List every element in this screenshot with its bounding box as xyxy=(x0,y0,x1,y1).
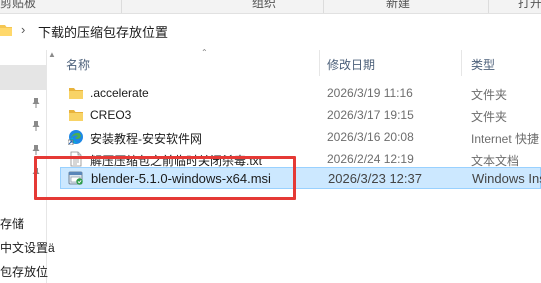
file-explorer-window: 剪贴板 组织 新建 打开 › 下载的压缩包存放位置 存储 中文设置ä 包存放位 … xyxy=(0,0,541,283)
pin-icon xyxy=(32,98,40,108)
file-row[interactable]: .accelerate 2026/3/19 11:16 文件夹 xyxy=(60,82,541,104)
file-date: 2026/3/17 19:15 xyxy=(327,108,414,122)
nav-item-label[interactable]: 存储 xyxy=(0,215,24,232)
column-header-date[interactable]: 修改日期 xyxy=(327,56,375,73)
pin-icon xyxy=(32,121,40,131)
ribbon-divider xyxy=(488,0,489,13)
file-date: 2026/3/19 11:16 xyxy=(327,86,413,100)
ribbon: 剪贴板 组织 新建 打开 xyxy=(0,0,541,14)
nav-item-label[interactable]: 中文设置ä xyxy=(0,239,55,256)
folder-icon xyxy=(69,110,83,121)
column-divider[interactable] xyxy=(319,50,320,76)
ribbon-group-organize[interactable]: 组织 xyxy=(252,0,276,11)
ribbon-group-new[interactable]: 新建 xyxy=(386,0,410,11)
folder-icon xyxy=(69,88,83,99)
file-row[interactable]: 安装教程-安安软件网 2026/3/16 20:08 Internet 快捷 xyxy=(60,126,541,148)
file-date: 2026/3/16 20:08 xyxy=(327,130,414,144)
pin-icon xyxy=(32,145,40,155)
breadcrumb-chevron-icon[interactable]: › xyxy=(21,22,25,37)
nav-item-selected[interactable] xyxy=(0,65,46,90)
column-header-name[interactable]: 名称 xyxy=(66,56,90,73)
file-type: Windows Ins xyxy=(472,171,541,186)
address-bar[interactable]: › 下载的压缩包存放位置 xyxy=(0,16,541,46)
edge-shortcut-icon xyxy=(68,130,83,145)
file-type: 文件夹 xyxy=(471,88,508,102)
file-type: 文件夹 xyxy=(471,110,508,124)
sort-indicator-icon: ⌃ xyxy=(201,48,208,57)
ribbon-group-clipboard[interactable]: 剪贴板 xyxy=(0,0,36,11)
ribbon-divider xyxy=(323,0,324,13)
file-name: .accelerate xyxy=(90,86,149,100)
file-row[interactable]: CREO3 2026/3/17 19:15 文件夹 xyxy=(60,104,541,126)
nav-item-label[interactable]: 包存放位 xyxy=(0,263,48,280)
file-name: 安装教程-安安软件网 xyxy=(90,132,202,146)
column-divider[interactable] xyxy=(461,50,462,76)
highlight-annotation-box xyxy=(34,156,296,200)
file-date: 2026/2/24 12:19 xyxy=(327,152,414,166)
column-header-row: ⌃ 名称 修改日期 类型 xyxy=(56,48,541,76)
folder-icon xyxy=(0,25,12,36)
file-type: Internet 快捷 xyxy=(471,132,540,146)
file-name: CREO3 xyxy=(90,108,132,122)
column-header-type[interactable]: 类型 xyxy=(471,56,495,73)
ribbon-group-open[interactable]: 打开 xyxy=(518,0,541,11)
file-date: 2026/3/23 12:37 xyxy=(328,171,422,186)
ribbon-divider xyxy=(121,0,122,13)
scroll-up-arrow-icon[interactable]: ▲ xyxy=(48,50,56,59)
breadcrumb-current-folder[interactable]: 下载的压缩包存放位置 xyxy=(38,22,168,41)
